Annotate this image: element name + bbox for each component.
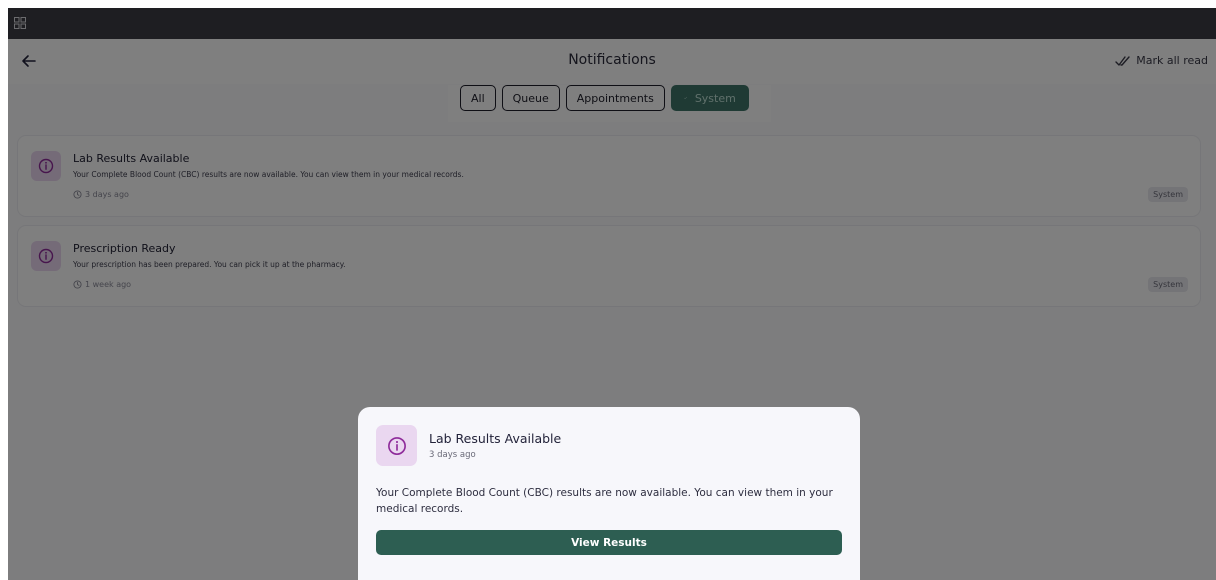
sheet-message: Your Complete Blood Count (CBC) results … [376,487,833,515]
sheet-icon-box [376,425,417,466]
info-circle-icon [387,436,406,455]
app-frame: Notifications Mark all read All Queue Ap… [8,8,1216,580]
sheet-title: Lab Results Available [429,431,562,446]
notification-detail-sheet: Lab Results Available 3 days ago Your Co… [358,407,860,580]
sheet-time: 3 days ago [429,450,476,460]
view-results-button[interactable]: View Results [376,530,842,555]
